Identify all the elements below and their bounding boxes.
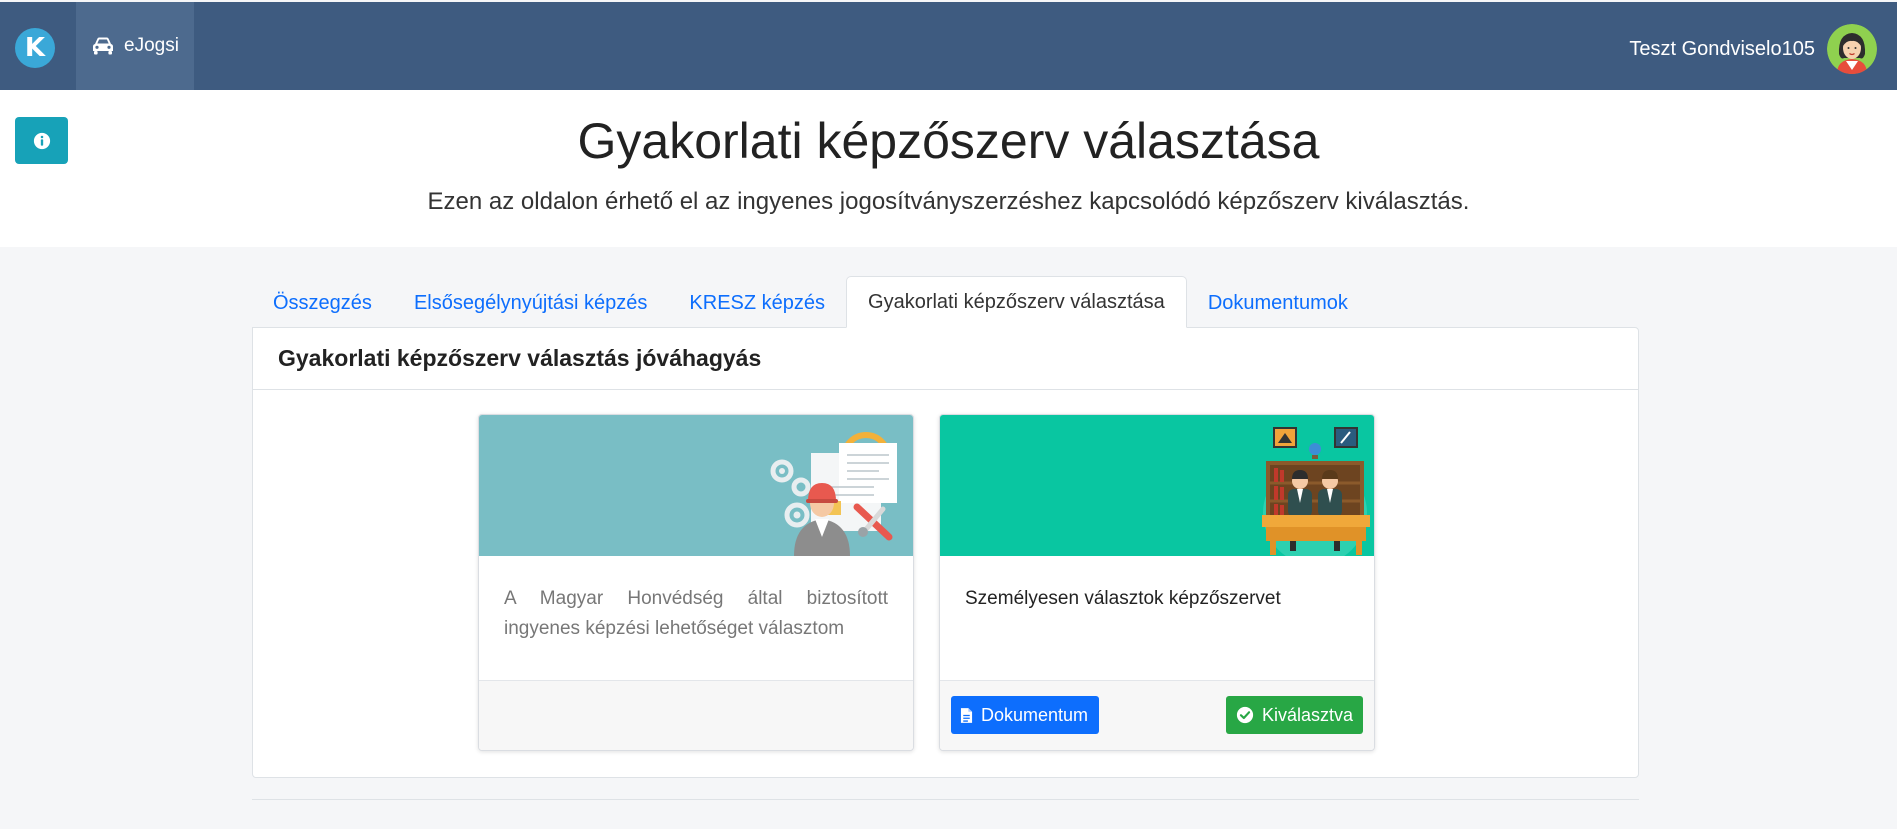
selected-button-label: Kiválasztva [1261,704,1353,725]
option-footer: Dokumentum Kiválasztva [940,680,1374,750]
tab-elsosegely[interactable]: Elsősegélynyújtási képzés [393,278,668,328]
user-avatar-icon[interactable] [1827,24,1877,74]
option-text: Személyesen választok képzőszervet [965,588,1281,609]
file-icon [960,707,973,723]
selected-button[interactable]: Kiválasztva [1225,696,1363,734]
option-card-szemelyes[interactable]: Személyesen választok képzőszervet Dokum… [939,414,1375,751]
tab-bar: Összegzés Elsősegélynyújtási képzés KRES… [252,276,1369,328]
option-footer [479,680,913,750]
user-name[interactable]: Teszt Gondviselo105 [1629,38,1815,61]
nav-item-label: eJogsi [124,35,179,56]
option-text: A Magyar Honvédség által biztosított ing… [504,588,888,639]
car-icon [93,37,114,55]
divider [252,799,1639,800]
card-title: Gyakorlati képzőszerv választás jóváhagy… [253,328,1638,390]
top-navbar: K eJogsi Teszt Gondviselo105 [0,2,1897,90]
page-subtitle: Ezen az oldalon érhető el az ingyenes jo… [427,188,1470,215]
tab-gyakorlati[interactable]: Gyakorlati képzőszerv választása [846,276,1187,328]
page-title: Gyakorlati képzőszerv választása [577,113,1320,169]
k-logo-icon[interactable]: K [15,28,55,68]
approval-card: Gyakorlati képzőszerv választás jóváhagy… [252,327,1639,778]
page-header: Gyakorlati képzőszerv választása Ezen az… [0,90,1897,247]
tab-dokumentumok[interactable]: Dokumentumok [1187,278,1369,328]
document-button[interactable]: Dokumentum [951,696,1100,734]
engineer-illustration-icon [479,415,913,556]
tab-kresz[interactable]: KRESZ képzés [668,278,846,328]
document-button-label: Dokumentum [981,704,1089,725]
check-circle-icon [1236,706,1254,724]
option-card-honvedseg[interactable]: A Magyar Honvédség által biztosított ing… [478,414,914,751]
classroom-illustration-icon [940,415,1374,565]
tab-osszegzes[interactable]: Összegzés [252,278,393,328]
nav-item-ejogsi[interactable]: eJogsi [76,2,194,90]
